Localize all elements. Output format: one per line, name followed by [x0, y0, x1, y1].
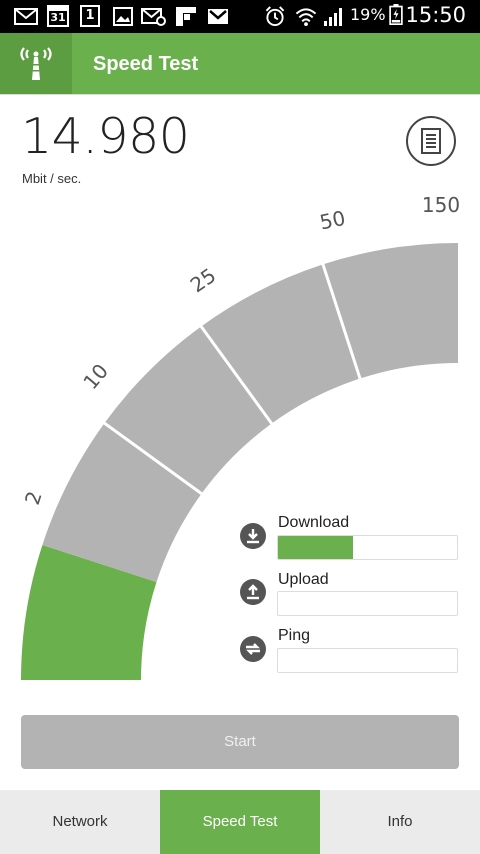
- tick-label-10: 10: [78, 359, 113, 394]
- download-label: Download: [278, 514, 350, 531]
- upload-label: Upload: [278, 571, 329, 588]
- start-button[interactable]: Start: [21, 715, 459, 769]
- tab-speed-test[interactable]: Speed Test: [160, 790, 320, 854]
- tick-label-50: 50: [318, 206, 348, 235]
- ping-progress-bar: [277, 648, 458, 673]
- tab-info[interactable]: Info: [320, 790, 480, 854]
- download-progress-bar: [277, 535, 458, 560]
- download-progress-fill: [278, 536, 354, 559]
- bottom-navigation: Network Speed Test Info: [0, 790, 480, 854]
- tick-label-25: 25: [186, 263, 221, 297]
- upload-progress-bar: [277, 591, 458, 616]
- tab-network[interactable]: Network: [0, 790, 160, 854]
- ping-icon: [240, 636, 266, 662]
- tick-label-2: 2: [20, 488, 47, 508]
- tick-label-150: 150: [422, 193, 460, 217]
- download-icon: [240, 523, 266, 549]
- upload-icon: [240, 579, 266, 605]
- ping-label: Ping: [278, 627, 311, 644]
